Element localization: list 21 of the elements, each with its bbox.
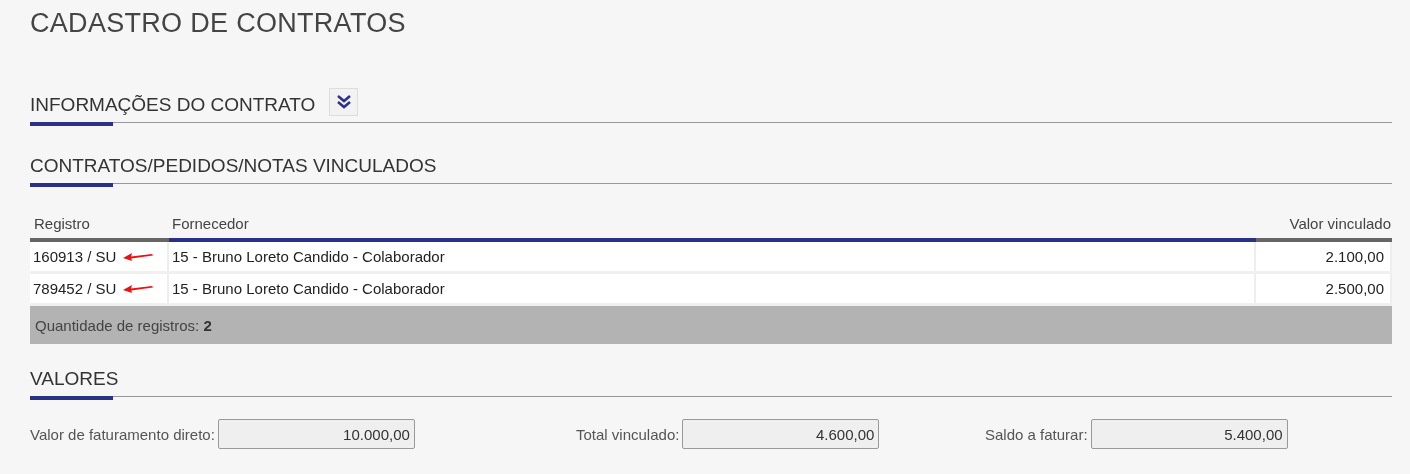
arrow-icon <box>122 251 155 262</box>
page-title: CADASTRO DE CONTRATOS <box>30 7 407 40</box>
double-chevron-icon <box>335 94 352 110</box>
field-label: Total vinculado: <box>576 425 680 443</box>
value-field[interactable]: 5.400,00 <box>1090 419 1288 449</box>
value-field[interactable]: 10.000,00 <box>217 419 415 449</box>
arrow-icon <box>122 283 155 294</box>
field-label: Saldo a faturar: <box>985 425 1088 443</box>
record-count: Quantidade de registros: 2 <box>35 316 212 334</box>
table-cell: 789452 / SU <box>33 280 117 297</box>
table-cell: 15 - Bruno Loreto Candido - Colaborador <box>168 240 1255 273</box>
table-cell: 160913 / SU <box>33 248 117 265</box>
table-cell: 15 - Bruno Loreto Candido - Colaborador <box>168 272 1255 305</box>
field-label: Valor de faturamento direto: <box>30 425 215 443</box>
section-title: INFORMAÇÕES DO CONTRATO <box>30 94 316 116</box>
table-cell: 2.500,00 <box>1255 272 1391 305</box>
section-title: CONTRATOS/PEDIDOS/NOTAS VINCULADOS <box>30 155 437 177</box>
expand-button[interactable] <box>329 88 359 116</box>
table-cell: 2.100,00 <box>1255 240 1391 273</box>
value-field[interactable]: 4.600,00 <box>682 419 880 449</box>
section-title: VALORES <box>30 368 119 390</box>
